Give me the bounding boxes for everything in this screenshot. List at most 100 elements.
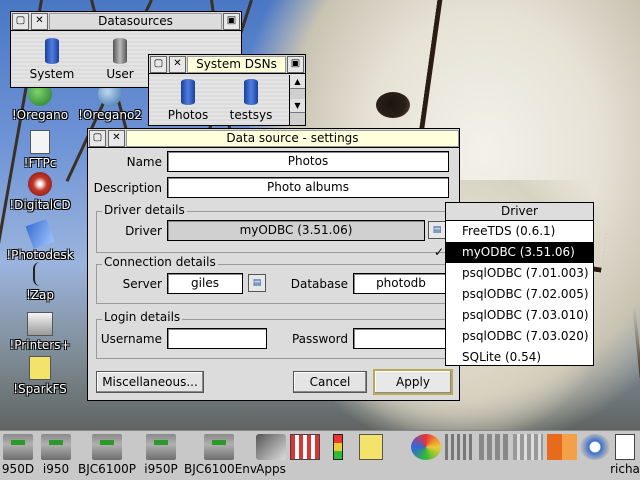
desktop-icon-oregano2[interactable]: !Oregano2 [70,82,150,122]
toggle-size-icon[interactable]: ▣ [287,55,304,73]
desktop-icon-sparkfs[interactable]: !SparkFS [0,356,80,396]
login-details-title: Login details [102,310,183,324]
printer-icon [3,434,33,460]
database-icon [45,38,59,64]
connection-details-title: Connection details [102,255,218,269]
description-label: Description [93,181,162,195]
iconbar-sparkfs[interactable] [356,431,386,481]
driver-menu-icon[interactable]: ▤ [428,221,446,239]
iconbar-printer-i950p[interactable]: i950P [138,431,184,481]
printer-icon [27,312,53,336]
desktop-icon-printers[interactable]: !Printers+ [0,312,80,352]
driver-option-psqlodbc-7-01-003[interactable]: psqlODBC (7.01.003) [446,263,593,284]
sparkfs-icon [359,434,383,460]
server-field[interactable]: giles [167,273,243,294]
miscellaneous-button[interactable]: Miscellaneous... [96,371,204,393]
scroll-down-icon[interactable]: ▼ [290,99,305,113]
back-icon[interactable]: ▢ [12,12,29,30]
username-label: Username [100,332,162,346]
iconbar-printer-950d[interactable]: 950D [0,431,36,481]
driver-menu-title: Driver [446,203,593,221]
driver-option-psqlodbc-7-03-010[interactable]: psqlODBC (7.03.010) [446,305,593,326]
document-icon [30,130,50,154]
printer-icon [204,434,234,460]
desktop-icon-ftpc[interactable]: !FTPc [0,130,80,170]
password-label: Password [291,332,348,346]
iconbar-network[interactable] [444,431,476,481]
back-icon[interactable]: ▢ [89,129,106,147]
printer-icon [146,434,176,460]
driver-option-sqlite[interactable]: SQLite (0.54) [446,347,593,368]
disc-icon [479,434,509,460]
datasource-system[interactable]: System [27,38,77,81]
driver-details-title: Driver details [102,203,187,217]
grid-icon [547,434,577,460]
sparkfs-icon [29,356,51,380]
iconbar-user[interactable]: richa [610,431,640,481]
iconbar-fonts[interactable] [290,431,320,481]
photodesk-icon [25,218,55,250]
driver-option-psqlodbc-7-03-020[interactable]: psqlODBC (7.03.020) [446,326,593,347]
driver-option-myodbc[interactable]: ✓ myODBC (3.51.06) [434,242,593,263]
password-field[interactable] [353,328,449,349]
username-field[interactable] [167,328,267,349]
iconbar-printer-bjc6100p[interactable]: BJC6100P [76,431,138,481]
toggle-size-icon[interactable]: ▣ [223,12,240,30]
tick-icon: ✓ [434,245,445,259]
close-icon[interactable]: ✕ [31,12,48,30]
iconbar-printer-bjc6100env[interactable]: BJC6100Env [184,431,257,481]
iconbar-settings[interactable] [580,431,610,481]
iconbar-apps[interactable]: Apps [254,431,288,481]
database-icon [244,79,258,105]
close-icon[interactable]: ✕ [169,55,186,73]
window-title: System DSNs [187,55,286,73]
back-icon[interactable]: ▢ [150,55,167,73]
driver-option-freetds[interactable]: FreeTDS (0.6.1) [446,221,593,242]
desktop-icon-oregano[interactable]: !Oregano [0,82,80,122]
datasource-user[interactable]: User [95,38,145,81]
iconbar-ramfs[interactable] [512,431,544,481]
apps-icon [256,434,286,460]
fonts-icon [290,434,320,460]
traffic-light-icon [333,434,343,460]
driver-option-psqlodbc-7-02-005[interactable]: psqlODBC (7.02.005) [446,284,593,305]
vertical-scrollbar[interactable]: ▲ ▼ [289,75,305,125]
iconbar-traffic-light[interactable] [326,431,350,481]
desktop-icon-digitalcd[interactable]: !DigitalCD [0,172,80,212]
driver-field: myODBC (3.51.06) [167,220,425,241]
description-field[interactable]: Photo albums [167,177,449,198]
dsn-photos[interactable]: Photos [163,79,213,122]
name-label: Name [126,155,162,169]
window-title: Data source - settings [126,129,459,147]
datasources-titlebar[interactable]: ▢ ✕ Datasources ▣ [11,12,241,31]
system-dsns-titlebar[interactable]: ▢ ✕ System DSNs ▣ [149,55,305,74]
system-dsns-window: ▢ ✕ System DSNs ▣ Photos testsys ▲ ▼ [148,54,306,126]
iconbar-grid[interactable] [546,431,578,481]
settings-dialog: ▢ ✕ Data source - settings Name Photos D… [87,128,460,401]
iconbar: 950D i950 BJC6100P i950P BJC6100Env Apps [0,430,640,480]
server-menu-icon[interactable]: ▤ [248,274,266,292]
database-field[interactable]: photodb [353,273,449,294]
gear-icon [580,434,610,460]
desktop-icon-zap[interactable]: !Zap [0,262,80,302]
close-icon[interactable]: ✕ [108,129,125,147]
database-icon [181,79,195,105]
paint-icon [411,434,441,460]
apply-button[interactable]: Apply [373,369,453,395]
scroll-up-icon[interactable]: ▲ [290,75,305,89]
dsn-testsys[interactable]: testsys [221,79,281,122]
zap-icon [33,262,47,286]
database-label: Database [290,277,348,291]
iconbar-printer-i950[interactable]: i950 [36,431,76,481]
ram-icon [513,434,543,460]
driver-label: Driver [125,224,162,238]
cancel-button[interactable]: Cancel [293,371,367,393]
settings-titlebar[interactable]: ▢ ✕ Data source - settings [88,129,459,148]
iconbar-paint[interactable] [410,431,442,481]
cd-player-icon [28,172,52,196]
iconbar-discs[interactable] [478,431,510,481]
desktop-icon-photodesk[interactable]: !Photodesk [0,218,80,262]
name-field[interactable]: Photos [167,151,449,172]
window-title: Datasources [49,12,222,30]
printer-icon [41,434,71,460]
